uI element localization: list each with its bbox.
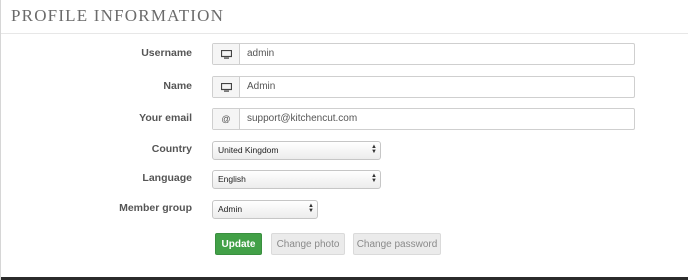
at-sign-icon: @ [213,109,240,129]
email-field[interactable]: @ support@kitchencut.com [212,108,635,130]
language-label: Language [142,172,192,184]
email-label: Your email [139,112,192,124]
select-arrows-icon: ▲ ▼ [371,144,377,155]
country-selected: United Kingdom [218,145,279,155]
username-field[interactable]: admin [212,43,635,65]
username-row: Username admin [1,43,688,67]
name-value: Admin [247,81,276,92]
button-row: Update Change photo Change password [1,233,688,257]
country-row: Country United Kingdom ▲ ▼ [1,139,688,163]
name-field[interactable]: Admin [212,76,635,98]
change-photo-button[interactable]: Change photo [271,233,345,255]
member-group-row: Member group Admin ▲ ▼ [1,198,688,222]
country-select[interactable]: United Kingdom ▲ ▼ [212,141,381,160]
name-row: Name Admin [1,76,688,100]
name-label: Name [163,80,192,92]
username-label: Username [141,47,192,59]
email-row: Your email @ support@kitchencut.com [1,108,688,132]
country-label: Country [151,143,192,155]
select-arrows-icon: ▲ ▼ [371,173,377,184]
title-divider [1,33,688,34]
member-group-selected: Admin [218,204,243,214]
language-row: Language English ▲ ▼ [1,168,688,192]
member-group-label: Member group [119,202,192,214]
select-arrows-icon: ▲ ▼ [308,203,314,214]
panel-title: PROFILE INFORMATION [11,6,225,25]
monitor-icon [213,77,240,97]
update-button[interactable]: Update [215,233,262,255]
member-group-select[interactable]: Admin ▲ ▼ [212,200,318,219]
language-select[interactable]: English ▲ ▼ [212,170,381,189]
change-password-button[interactable]: Change password [353,233,441,255]
monitor-icon [213,44,240,64]
email-value: support@kitchencut.com [247,113,358,124]
language-selected: English [218,174,246,184]
username-value: admin [247,48,275,59]
